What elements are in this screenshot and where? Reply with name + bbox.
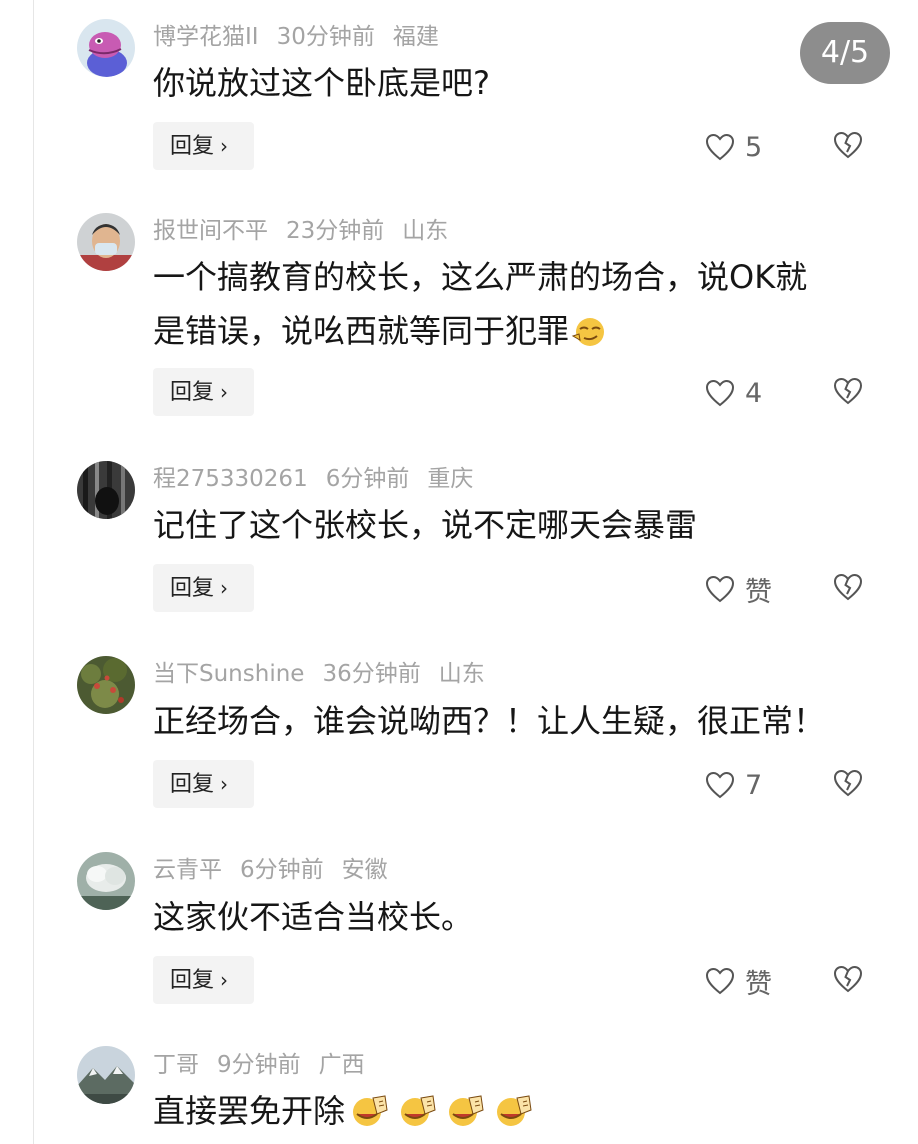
like-button[interactable]: 5 xyxy=(705,130,762,164)
username[interactable]: 程275330261 xyxy=(153,466,308,492)
avatar[interactable] xyxy=(77,656,135,714)
like-count: 赞 xyxy=(745,576,772,608)
dislike-button[interactable] xyxy=(833,572,863,606)
like-button[interactable]: 4 xyxy=(705,376,762,410)
chevron-right-icon: › xyxy=(220,968,229,992)
dislike-button[interactable] xyxy=(833,130,863,164)
username[interactable]: 当下Sunshine xyxy=(153,661,304,687)
broken-heart-icon xyxy=(833,377,863,405)
chevron-right-icon: › xyxy=(220,576,229,600)
location: 广西 xyxy=(318,1052,365,1078)
location: 山东 xyxy=(438,661,485,687)
comment-text-line: 是错误，说吆西就等同于犯罪 xyxy=(153,304,873,364)
broken-heart-icon xyxy=(833,573,863,601)
username[interactable]: 报世间不平 xyxy=(153,218,268,244)
reply-label: 回复 xyxy=(170,772,215,797)
comment-text-segment: 是错误，说吆西就等同于犯罪 xyxy=(153,312,570,350)
clapping-emoji-icon xyxy=(443,1090,489,1144)
dislike-button[interactable] xyxy=(833,376,863,410)
reply-label: 回复 xyxy=(170,134,215,159)
like-count: 4 xyxy=(745,377,763,409)
username[interactable]: 云青平 xyxy=(153,857,222,883)
avatar[interactable] xyxy=(77,213,135,271)
comment-text-line: 这家伙不适合当校长。 xyxy=(153,898,474,936)
timestamp: 36分钟前 xyxy=(322,661,421,687)
dislike-button[interactable] xyxy=(833,768,863,802)
reply-label: 回复 xyxy=(170,576,215,601)
comment-meta: 当下Sunshine 36分钟前 山东 xyxy=(153,659,503,689)
username[interactable]: 丁哥 xyxy=(153,1052,199,1078)
comment-text-segment: 直接罢免开除 xyxy=(153,1092,346,1130)
comment-text: 你说放过这个卧底是吧? xyxy=(153,56,873,110)
clapping-emoji-icon xyxy=(395,1090,441,1144)
reply-button[interactable]: 回复 › xyxy=(153,760,254,808)
clapping-emoji-icon xyxy=(347,1090,393,1144)
like-button[interactable]: 赞 xyxy=(705,572,772,608)
comment-text: 这家伙不适合当校长。 xyxy=(153,890,873,944)
comment-meta: 报世间不平 23分钟前 山东 xyxy=(153,216,466,246)
like-button[interactable]: 赞 xyxy=(705,964,772,1000)
reply-button[interactable]: 回复 › xyxy=(153,122,254,170)
location: 山东 xyxy=(402,218,449,244)
like-count: 赞 xyxy=(745,968,772,1000)
comment-text: 正经场合，谁会说呦西？！让人生疑，很正常！ xyxy=(153,694,873,748)
broken-heart-icon xyxy=(833,131,863,159)
location: 重庆 xyxy=(427,466,474,492)
comment-meta: 云青平 6分钟前 安徽 xyxy=(153,855,406,885)
timestamp: 6分钟前 xyxy=(325,466,410,492)
avatar[interactable] xyxy=(77,852,135,910)
comment-text-line: 正经场合，谁会说呦西？！让人生疑，很正常！ xyxy=(153,702,826,740)
comment-meta: 程275330261 6分钟前 重庆 xyxy=(153,464,491,494)
location: 安徽 xyxy=(341,857,388,883)
reply-button[interactable]: 回复 › xyxy=(153,368,254,416)
comment-screen: 4/5 博学花猫II 30分钟前 福建 你说放过这个卧底是吧? 回复 › 5 报… xyxy=(0,0,918,1144)
heart-outline-icon xyxy=(705,771,735,799)
timestamp: 6分钟前 xyxy=(240,857,324,883)
avatar[interactable] xyxy=(77,461,135,519)
broken-heart-icon xyxy=(833,769,863,797)
reply-label: 回复 xyxy=(170,968,215,993)
reply-label: 回复 xyxy=(170,380,215,405)
heart-outline-icon xyxy=(705,967,735,995)
timestamp: 9分钟前 xyxy=(217,1052,301,1078)
left-divider xyxy=(33,0,34,1144)
location: 福建 xyxy=(392,24,439,50)
comment-text: 直接罢免开除 xyxy=(153,1084,873,1144)
comment-text-line: 直接罢免开除 xyxy=(153,1084,873,1144)
broken-heart-icon xyxy=(833,965,863,993)
like-count: 7 xyxy=(745,769,763,801)
timestamp: 23分钟前 xyxy=(286,218,385,244)
like-count: 5 xyxy=(745,131,763,163)
username[interactable]: 博学花猫II xyxy=(153,24,259,50)
chevron-right-icon: › xyxy=(220,772,229,796)
comment-text-line: 你说放过这个卧底是吧? xyxy=(153,64,490,102)
dislike-button[interactable] xyxy=(833,964,863,998)
comment-text: 记住了这个张校长，说不定哪天会暴雷 xyxy=(153,498,873,552)
comment-meta: 博学花猫II 30分钟前 福建 xyxy=(153,22,457,52)
heart-outline-icon xyxy=(705,133,735,161)
timestamp: 30分钟前 xyxy=(276,24,375,50)
clapping-emoji-icon xyxy=(491,1090,537,1144)
smirk-emoji-icon xyxy=(571,310,609,364)
chevron-right-icon: › xyxy=(220,134,229,158)
chevron-right-icon: › xyxy=(220,380,229,404)
comment-text-line: 记住了这个张校长，说不定哪天会暴雷 xyxy=(153,506,698,544)
heart-outline-icon xyxy=(705,575,735,603)
comment-text: 一个搞教育的校长，这么严肃的场合，说OK就 是错误，说吆西就等同于犯罪 xyxy=(153,250,873,364)
comment-meta: 丁哥 9分钟前 广西 xyxy=(153,1050,383,1080)
reply-button[interactable]: 回复 › xyxy=(153,564,254,612)
comment-text-line: 一个搞教育的校长，这么严肃的场合，说OK就 xyxy=(153,258,808,296)
avatar[interactable] xyxy=(77,1046,135,1104)
like-button[interactable]: 7 xyxy=(705,768,762,802)
avatar[interactable] xyxy=(77,19,135,77)
heart-outline-icon xyxy=(705,379,735,407)
reply-button[interactable]: 回复 › xyxy=(153,956,254,1004)
